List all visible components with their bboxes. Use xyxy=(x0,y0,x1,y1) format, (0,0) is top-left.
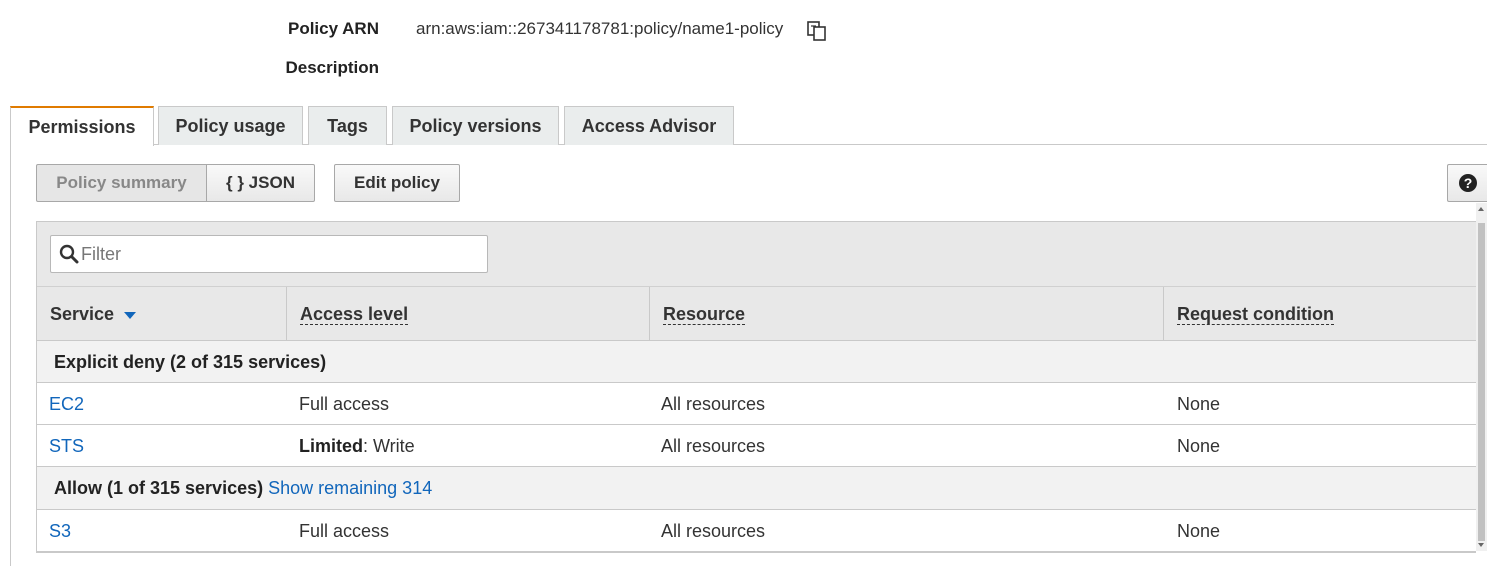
column-request-condition-label: Request condition xyxy=(1177,303,1334,325)
group-header-explicit-deny: Explicit deny (2 of 315 services) xyxy=(37,341,1476,383)
filter-input[interactable] xyxy=(81,236,481,272)
service-link[interactable]: S3 xyxy=(49,510,71,552)
filter-field[interactable] xyxy=(50,235,488,273)
column-service-label: Service xyxy=(50,303,115,324)
scroll-thumb[interactable] xyxy=(1478,223,1485,541)
tab-bar: Permissions Policy usage Tags Policy ver… xyxy=(10,106,1487,146)
resource-cell: All resources xyxy=(661,393,766,414)
policy-summary-button[interactable]: Policy summary xyxy=(36,164,207,202)
vertical-scrollbar[interactable] xyxy=(1476,203,1487,551)
access-level-text: : Write xyxy=(363,435,415,456)
table-row: STS Limited: Write All resources None xyxy=(37,425,1476,467)
question-circle-icon: ? xyxy=(1458,174,1477,192)
condition-cell: None xyxy=(1177,435,1221,456)
column-access-level-label: Access level xyxy=(300,303,409,325)
copy-icon[interactable] xyxy=(806,20,828,42)
column-request-condition[interactable]: Request condition xyxy=(1164,287,1477,341)
sort-desc-icon xyxy=(124,311,137,319)
service-link[interactable]: STS xyxy=(49,425,84,467)
group-title: Explicit deny (2 of 315 services) xyxy=(54,351,327,372)
condition-cell: None xyxy=(1177,520,1221,541)
edit-policy-button[interactable]: Edit policy xyxy=(334,164,460,202)
condition-cell: None xyxy=(1177,393,1221,414)
access-level-text: Full access xyxy=(299,393,390,414)
access-level-cell: Full access xyxy=(299,383,389,425)
resource-cell: All resources xyxy=(661,435,766,456)
policy-arn-value: arn:aws:iam::267341178781:policy/name1-p… xyxy=(416,19,784,38)
service-link[interactable]: EC2 xyxy=(49,383,84,425)
show-remaining-link[interactable]: Show remaining 314 xyxy=(268,478,432,499)
group-title-wrap: Allow (1 of 315 services) Show remaining… xyxy=(54,467,432,510)
group-title: Allow (1 of 315 services) xyxy=(54,478,264,498)
search-icon xyxy=(59,244,79,264)
tab-permissions[interactable]: Permissions xyxy=(10,106,154,146)
tab-policy-usage[interactable]: Policy usage xyxy=(158,106,303,145)
svg-text:?: ? xyxy=(1463,175,1472,191)
policy-summary-table: Service Access level Resource Request co… xyxy=(36,221,1477,553)
table-row: EC2 Full access All resources None xyxy=(37,383,1476,425)
json-button[interactable]: { } JSON xyxy=(206,164,315,202)
access-level-bold: Limited xyxy=(299,435,364,456)
filter-bar xyxy=(37,222,1476,287)
tab-access-advisor[interactable]: Access Advisor xyxy=(564,106,734,145)
scroll-down-arrow-icon[interactable] xyxy=(1478,543,1484,547)
policy-arn-label: Policy ARN xyxy=(287,19,379,38)
tab-tags[interactable]: Tags xyxy=(308,106,387,145)
description-label: Description xyxy=(285,58,379,77)
table-row: S3 Full access All resources None xyxy=(37,510,1476,552)
help-button[interactable]: ? xyxy=(1447,164,1487,202)
column-resource-label: Resource xyxy=(663,303,746,325)
column-access-level[interactable]: Access level xyxy=(287,287,650,341)
access-level-cell: Limited: Write xyxy=(299,425,415,467)
scroll-up-arrow-icon[interactable] xyxy=(1478,207,1484,211)
access-level-text: Full access xyxy=(299,520,390,541)
tab-policy-versions[interactable]: Policy versions xyxy=(392,106,559,145)
group-header-allow: Allow (1 of 315 services) Show remaining… xyxy=(37,467,1476,510)
column-resource[interactable]: Resource xyxy=(650,287,1164,341)
table-header: Service Access level Resource Request co… xyxy=(37,287,1477,341)
resource-cell: All resources xyxy=(661,520,766,541)
access-level-cell: Full access xyxy=(299,510,389,552)
column-service[interactable]: Service xyxy=(37,287,287,341)
